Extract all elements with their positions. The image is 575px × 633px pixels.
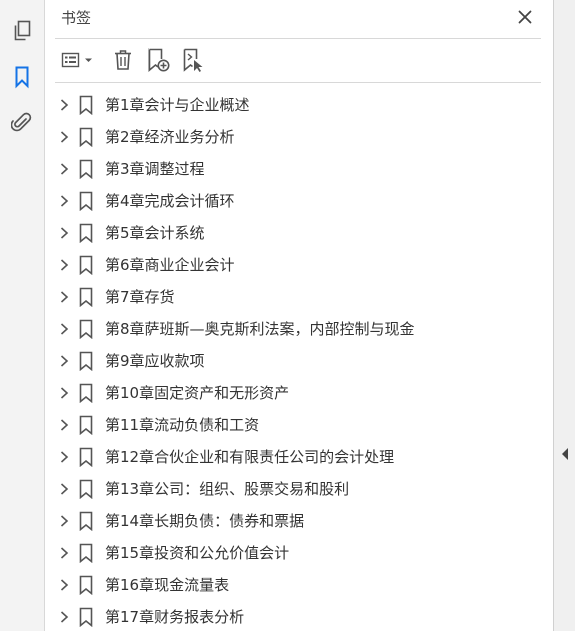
bookmark-list: 第1章会计与企业概述 第2章经济业务分析 第3章调整过程第4章完成会计循环 第5章会计… [45, 89, 553, 633]
delete-bookmark-button[interactable] [109, 45, 137, 75]
close-button[interactable] [514, 6, 536, 28]
bookmark-icon [79, 191, 93, 211]
bookmark-icon [79, 159, 93, 179]
bookmark-icon [79, 255, 93, 275]
chevron-right-icon[interactable] [57, 161, 71, 177]
options-menu-icon [61, 52, 92, 68]
bookmark-label: 第6章商业企业会计 [105, 256, 235, 274]
bookmark-item[interactable]: 第1章会计与企业概述 [45, 89, 553, 121]
bookmark-label: 第9章应收款项 [105, 352, 205, 370]
bookmark-label: 第7章存货 [105, 288, 175, 306]
bookmark-item[interactable]: 第5章会计系统 [45, 217, 553, 249]
bookmark-icon [79, 607, 93, 627]
bookmark-item[interactable]: 第13章公司：组织、股票交易和股利 [45, 473, 553, 505]
bookmark-item[interactable]: 第3章调整过程 [45, 153, 553, 185]
close-icon [518, 10, 532, 24]
bookmark-label: 第4章完成会计循环 [105, 192, 235, 210]
bookmark-item[interactable]: 第2章经济业务分析 [45, 121, 553, 153]
delete-bookmark-icon [115, 50, 131, 70]
new-bookmark-icon [148, 48, 170, 72]
bookmark-item[interactable]: 第17章财务报表分析 [45, 601, 553, 633]
bookmark-label: 第17章财务报表分析 [105, 608, 245, 626]
new-bookmark-button[interactable] [143, 45, 173, 75]
bookmark-icon [79, 351, 93, 371]
chevron-right-icon[interactable] [57, 193, 71, 209]
bookmark-icon [79, 223, 93, 243]
bookmark-label: 第8章萨班斯—奥克斯利法案，内部控制与现金 [105, 320, 415, 338]
chevron-right-icon[interactable] [57, 385, 71, 401]
bookmark-icon [79, 479, 93, 499]
bookmark-item[interactable]: 第9章应收款项 [45, 345, 553, 377]
bookmark-icon [79, 319, 93, 339]
bookmark-item[interactable]: 第6章商业企业会计 [45, 249, 553, 281]
chevron-right-icon[interactable] [57, 353, 71, 369]
header-divider [55, 38, 541, 39]
chevron-right-icon[interactable] [57, 513, 71, 529]
bookmark-icon [79, 511, 93, 531]
pages-panel-button[interactable] [8, 17, 36, 45]
bookmark-from-selection-button[interactable] [177, 45, 207, 75]
pages-icon [14, 20, 31, 41]
bookmark-label: 第3章调整过程 [105, 160, 205, 178]
chevron-right-icon[interactable] [57, 545, 71, 561]
bookmark-item[interactable]: 第15章投资和公允价值会计 [45, 537, 553, 569]
chevron-right-icon[interactable] [57, 577, 71, 593]
bookmark-label: 第10章固定资产和无形资产 [105, 384, 290, 402]
bookmark-icon [79, 447, 93, 467]
chevron-right-icon[interactable] [57, 289, 71, 305]
attachment-icon [11, 112, 32, 132]
chevron-right-icon[interactable] [57, 417, 71, 433]
bookmark-icon [79, 415, 93, 435]
bookmark-icon [79, 127, 93, 147]
bookmark-label: 第2章经济业务分析 [105, 128, 235, 146]
chevron-right-icon[interactable] [57, 97, 71, 113]
bookmark-item[interactable]: 第14章长期负债：债券和票据 [45, 505, 553, 537]
bookmark-icon [15, 66, 29, 89]
bookmark-label: 第1章会计与企业概述 [105, 96, 250, 114]
chevron-right-icon[interactable] [57, 609, 71, 625]
bookmark-label: 第11章流动负债和工资 [105, 416, 260, 434]
right-collapse-strip [553, 0, 575, 631]
bookmark-from-selection-icon [183, 48, 203, 72]
bookmark-item[interactable]: 第7章存货 [45, 281, 553, 313]
chevron-right-icon[interactable] [57, 129, 71, 145]
chevron-right-icon[interactable] [57, 321, 71, 337]
bookmark-icon [79, 575, 93, 595]
chevron-right-icon[interactable] [57, 481, 71, 497]
chevron-right-icon[interactable] [57, 225, 71, 241]
bookmark-label: 第16章现金流量表 [105, 576, 230, 594]
bookmark-icon [79, 543, 93, 563]
bookmark-item[interactable]: 第8章萨班斯—奥克斯利法案，内部控制与现金 [45, 313, 553, 345]
bookmark-item[interactable]: 第11章流动负债和工资 [45, 409, 553, 441]
collapse-arrow-icon[interactable] [559, 445, 571, 463]
bookmark-item[interactable]: 第10章固定资产和无形资产 [45, 377, 553, 409]
bookmark-icon [79, 95, 93, 115]
attachments-panel-button[interactable] [8, 109, 36, 137]
bookmark-label: 第13章公司：组织、股票交易和股利 [105, 480, 350, 498]
bookmark-item[interactable]: 第4章完成会计循环 [45, 185, 553, 217]
bookmark-label: 第5章会计系统 [105, 224, 205, 242]
panel-title: 书签 [61, 9, 92, 27]
options-menu-button[interactable] [57, 45, 97, 75]
bookmark-label: 第15章投资和公允价值会计 [105, 544, 290, 562]
bookmarks-panel: 书签 第1章会计与企业概述 第2章经济业务分析 第3章调整过程 第4章完成会计循… [45, 0, 553, 631]
navigation-rail [0, 0, 45, 631]
bookmark-item[interactable]: 第16章现金流量表 [45, 569, 553, 601]
bookmarks-panel-button[interactable] [8, 63, 36, 91]
bookmark-item[interactable]: 第12章合伙企业和有限责任公司的会计处理 [45, 441, 553, 473]
bookmark-icon [79, 383, 93, 403]
bookmark-label: 第12章合伙企业和有限责任公司的会计处理 [105, 448, 395, 466]
bookmark-label: 第14章长期负债：债券和票据 [105, 512, 305, 530]
chevron-right-icon[interactable] [57, 449, 71, 465]
toolbar-bottom-divider [55, 82, 541, 83]
bookmark-icon [79, 287, 93, 307]
chevron-right-icon[interactable] [57, 257, 71, 273]
